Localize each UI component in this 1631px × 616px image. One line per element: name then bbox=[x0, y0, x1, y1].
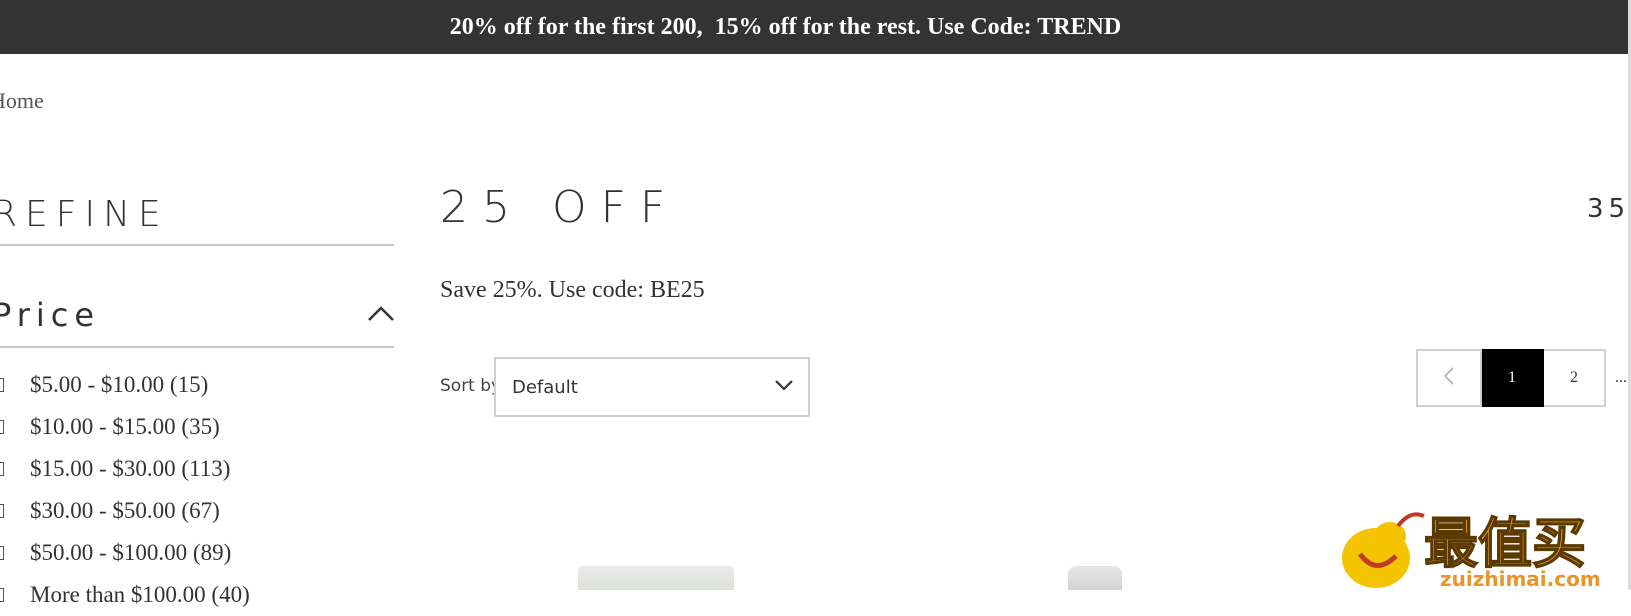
sort-label: Sort by bbox=[440, 376, 502, 396]
checkbox[interactable] bbox=[0, 462, 4, 476]
price-option[interactable]: $10.00 - $15.00 (35) bbox=[0, 406, 250, 448]
sort-value: Default bbox=[512, 376, 578, 398]
sort-select[interactable]: Default bbox=[494, 357, 810, 417]
result-count: 359 bbox=[1587, 194, 1631, 224]
price-filter-list: $5.00 - $10.00 (15) $10.00 - $15.00 (35)… bbox=[0, 364, 250, 616]
collection-description: Save 25%. Use code: BE25 bbox=[440, 277, 705, 303]
pagination-page-2[interactable]: 2 bbox=[1544, 349, 1606, 407]
svg-text:最值买: 最值买 bbox=[1424, 512, 1586, 575]
checkbox[interactable] bbox=[0, 420, 4, 434]
watermark-logo: 最值买 zuizhimai.com bbox=[1340, 506, 1631, 591]
price-divider bbox=[0, 346, 394, 348]
breadcrumb-home-link[interactable]: Home bbox=[0, 88, 44, 113]
breadcrumb: Home bbox=[0, 88, 44, 114]
refine-heading: REFINE bbox=[0, 194, 169, 235]
price-option[interactable]: $15.00 - $30.00 (113) bbox=[0, 448, 250, 490]
price-option-label: $50.00 - $100.00 (89) bbox=[30, 540, 232, 565]
pagination-prev-button[interactable] bbox=[1416, 349, 1482, 407]
promo-banner: 20% off for the first 200, 15% off for t… bbox=[0, 0, 1631, 54]
price-filter-heading[interactable]: Price bbox=[0, 296, 100, 334]
pagination-page-1[interactable]: 1 bbox=[1482, 349, 1544, 407]
price-option[interactable]: $5.00 - $10.00 (15) bbox=[0, 364, 250, 406]
page-title: 25 OFF bbox=[440, 182, 680, 233]
refine-divider bbox=[0, 244, 394, 246]
chevron-up-icon[interactable] bbox=[366, 302, 396, 324]
checkbox[interactable] bbox=[0, 546, 4, 560]
price-option-label: $15.00 - $30.00 (113) bbox=[30, 456, 231, 481]
pagination: 1 2 ... bbox=[1416, 349, 1631, 407]
price-option[interactable]: $30.00 - $50.00 (67) bbox=[0, 490, 250, 532]
promo-text: 20% off for the first 200, 15% off for t… bbox=[449, 13, 1122, 40]
checkbox[interactable] bbox=[0, 378, 4, 392]
price-option-label: $10.00 - $15.00 (35) bbox=[30, 414, 220, 439]
product-image[interactable] bbox=[578, 566, 734, 590]
checkbox[interactable] bbox=[0, 504, 4, 518]
pagination-ellipsis: ... bbox=[1615, 369, 1627, 386]
svg-text:zuizhimai.com: zuizhimai.com bbox=[1440, 567, 1601, 590]
price-option[interactable]: $50.00 - $100.00 (89) bbox=[0, 532, 250, 574]
price-option-label: More than $100.00 (40) bbox=[30, 582, 250, 607]
price-option-label: $5.00 - $10.00 (15) bbox=[30, 372, 209, 397]
price-option[interactable]: More than $100.00 (40) bbox=[0, 574, 250, 616]
chevron-down-icon bbox=[774, 378, 794, 397]
chevron-left-icon bbox=[1442, 366, 1456, 391]
price-option-label: $30.00 - $50.00 (67) bbox=[30, 498, 220, 523]
product-image[interactable] bbox=[1068, 566, 1122, 590]
checkbox[interactable] bbox=[0, 588, 4, 602]
